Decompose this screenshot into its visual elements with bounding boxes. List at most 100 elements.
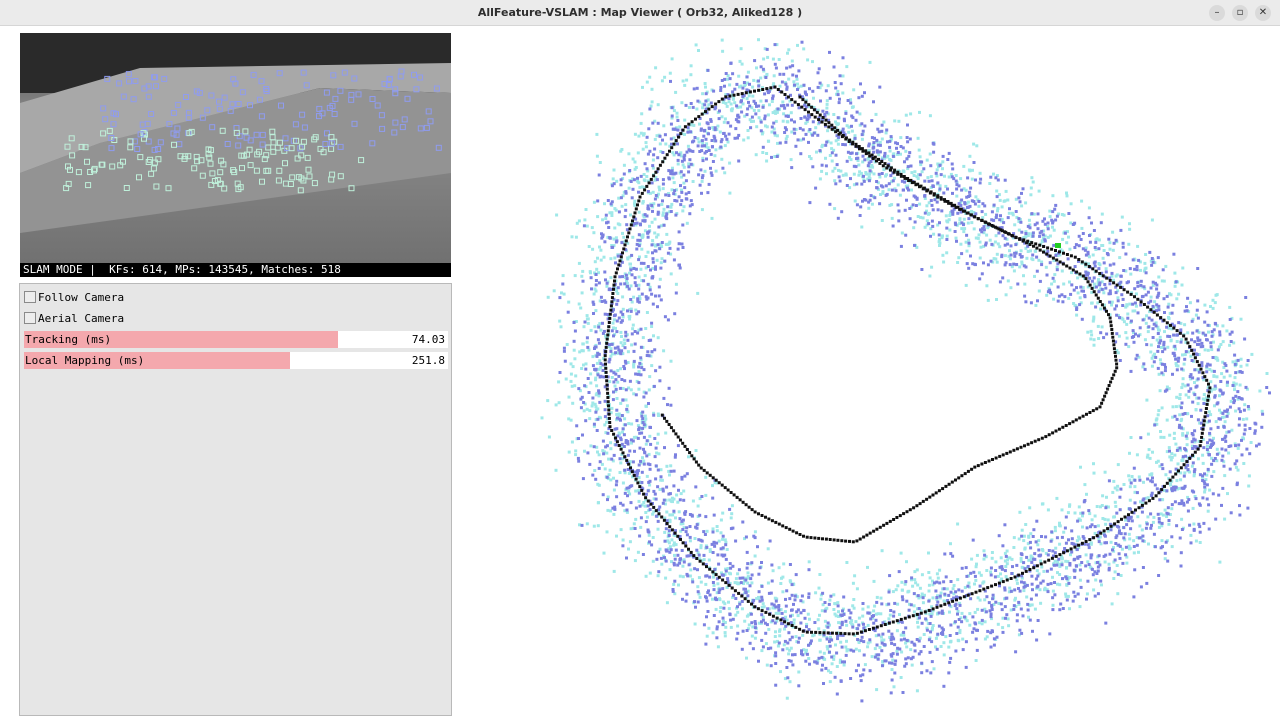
map-point (1039, 553, 1043, 557)
map-point (953, 221, 957, 225)
map-point (751, 625, 755, 629)
map-point (868, 169, 872, 173)
map-point (1009, 608, 1013, 612)
map-point (1044, 535, 1048, 539)
map-point (637, 181, 641, 185)
map-point (862, 653, 866, 657)
map-point (1048, 209, 1052, 213)
map-point (621, 544, 625, 548)
map-point (1003, 523, 1007, 527)
map-point (1048, 215, 1052, 219)
map-point (1128, 222, 1131, 226)
map-point (1058, 524, 1062, 528)
map-point (622, 338, 626, 342)
map-point (1248, 427, 1252, 430)
map-point (1086, 262, 1090, 266)
map-point (1189, 533, 1193, 537)
map-point (862, 622, 865, 626)
map-point (1008, 586, 1012, 590)
map-point (1129, 369, 1133, 373)
map-point (738, 576, 742, 580)
map-point (605, 284, 609, 288)
map-point (956, 625, 960, 629)
map-point (1062, 282, 1066, 286)
minimize-icon[interactable]: – (1209, 5, 1225, 21)
map-point (875, 600, 879, 604)
map-point (1006, 216, 1010, 220)
map-point (821, 663, 824, 667)
map-point (1008, 263, 1012, 267)
map-point (859, 205, 863, 209)
map-point (773, 62, 777, 66)
map-point (745, 656, 748, 660)
map-point (749, 120, 753, 123)
map-point (944, 635, 948, 639)
map-point (1056, 299, 1060, 303)
map-point (988, 238, 992, 242)
map-point (889, 158, 893, 162)
local-mapping-time-bar[interactable]: Local Mapping (ms) 251.8 (24, 352, 448, 369)
map-point (993, 575, 997, 579)
map-point (781, 590, 785, 594)
map-point (1154, 355, 1158, 359)
map-point (954, 236, 958, 240)
map-point (700, 495, 704, 498)
follow-camera-option[interactable]: Follow Camera (24, 289, 124, 305)
map-point (1017, 587, 1020, 590)
map-point (741, 520, 745, 524)
map-viewer-canvas[interactable] (455, 27, 1280, 720)
aerial-camera-option[interactable]: Aerial Camera (24, 310, 124, 326)
map-point (774, 662, 778, 665)
map-point (824, 156, 827, 160)
map-point (852, 164, 856, 168)
map-point (1177, 502, 1181, 506)
map-point (768, 103, 771, 107)
map-point (644, 417, 648, 421)
map-point (1129, 319, 1133, 323)
map-point (828, 96, 832, 100)
map-point (1036, 543, 1040, 547)
map-point (890, 641, 894, 645)
map-point (1191, 331, 1195, 335)
map-point (1053, 525, 1057, 529)
map-point (1179, 340, 1183, 344)
map-point (589, 328, 593, 332)
point-cloud-map[interactable] (455, 27, 1280, 720)
map-point (1200, 364, 1204, 368)
close-icon[interactable]: ✕ (1255, 5, 1271, 21)
map-point (867, 175, 871, 179)
map-point (840, 645, 844, 649)
map-point (920, 621, 924, 625)
map-point (928, 274, 932, 278)
map-point (1131, 302, 1135, 306)
tracking-time-bar[interactable]: Tracking (ms) 74.03 (24, 331, 448, 348)
map-point (581, 349, 585, 353)
maximize-icon[interactable]: ▫ (1232, 5, 1248, 21)
map-point (825, 140, 829, 144)
map-point (1163, 330, 1166, 334)
map-point (814, 186, 818, 190)
map-point (1082, 536, 1086, 540)
map-point (708, 548, 712, 552)
map-point (614, 483, 618, 487)
map-point (788, 563, 792, 566)
map-point (845, 648, 849, 652)
map-point (857, 623, 861, 627)
map-point (1054, 546, 1058, 550)
map-point (910, 576, 914, 580)
map-point (636, 550, 640, 554)
map-point (957, 256, 961, 260)
aerial-camera-checkbox[interactable] (24, 312, 36, 324)
map-point (716, 553, 720, 557)
map-point (633, 559, 637, 563)
map-point (657, 550, 661, 554)
map-point (956, 261, 960, 264)
map-point (660, 562, 664, 566)
map-point (996, 207, 1000, 210)
map-point (757, 38, 760, 42)
map-point (830, 655, 834, 659)
map-point (751, 94, 755, 98)
follow-camera-checkbox[interactable] (24, 291, 36, 303)
map-point (1043, 239, 1047, 243)
map-point (948, 610, 951, 614)
